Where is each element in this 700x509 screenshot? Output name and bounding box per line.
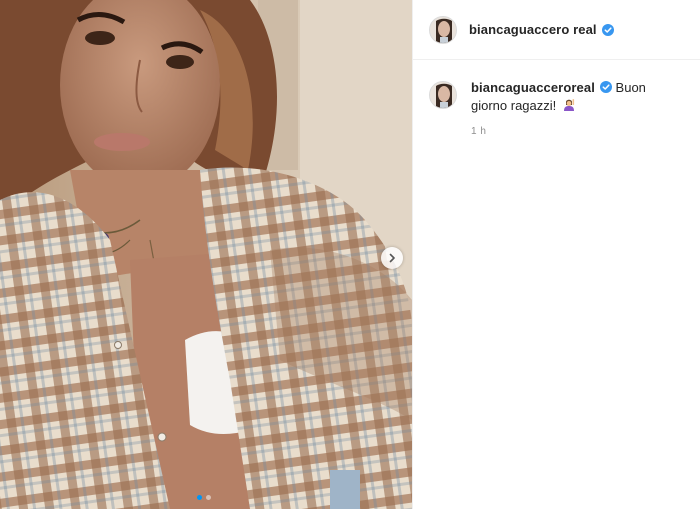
verified-badge-icon bbox=[599, 81, 612, 93]
verified-badge-icon bbox=[601, 23, 614, 36]
post-header: biancaguaccero real bbox=[413, 0, 700, 60]
carousel-dot bbox=[206, 495, 211, 500]
avatar-image bbox=[430, 16, 456, 43]
carousel-next-button[interactable] bbox=[381, 247, 403, 269]
instagram-post: biancaguaccero real biancaguacceroreal B… bbox=[0, 0, 700, 509]
author-username[interactable]: biancaguaccero real bbox=[469, 22, 597, 37]
avatar-image bbox=[430, 82, 456, 108]
carousel-dot-active bbox=[197, 495, 202, 500]
woman-raising-hand-emoji-icon bbox=[562, 98, 576, 112]
caption-comment: biancaguacceroreal Buon giorno ragazzi! bbox=[429, 79, 689, 115]
post-sidebar: biancaguaccero real biancaguacceroreal B… bbox=[412, 0, 700, 509]
post-media[interactable] bbox=[0, 0, 412, 509]
author-avatar[interactable] bbox=[429, 15, 457, 44]
caption-username[interactable]: biancaguacceroreal bbox=[471, 80, 595, 95]
post-photo bbox=[0, 0, 412, 509]
chevron-right-icon bbox=[389, 253, 395, 263]
caption-body: biancaguacceroreal Buon giorno ragazzi! bbox=[471, 79, 681, 115]
post-timestamp[interactable]: 1 h bbox=[471, 126, 486, 137]
caption-avatar[interactable] bbox=[429, 81, 457, 109]
carousel-indicator bbox=[197, 495, 211, 500]
